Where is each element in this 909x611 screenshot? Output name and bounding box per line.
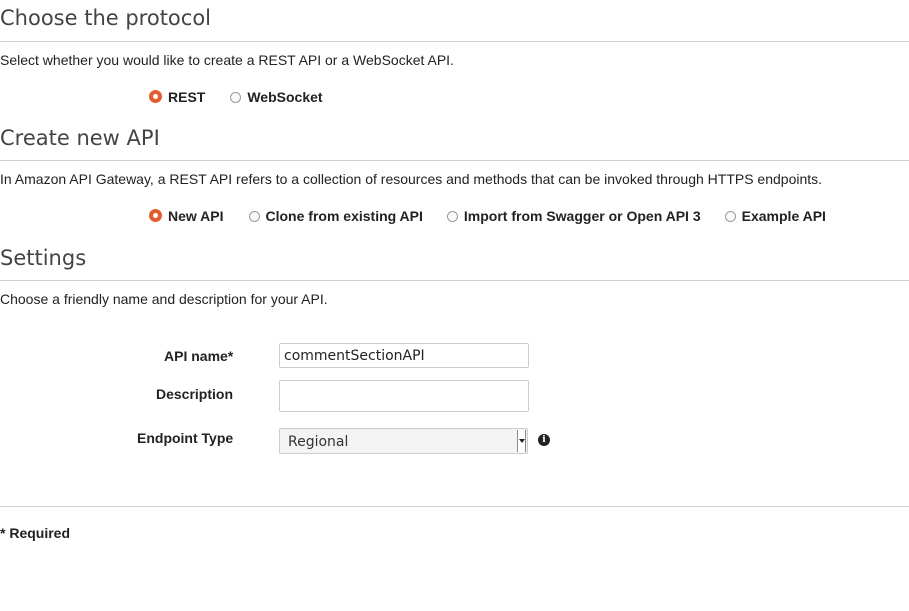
radio-example-api[interactable]: Example API — [724, 208, 826, 224]
settings-divider — [0, 280, 909, 281]
protocol-description: Select whether you would like to create … — [0, 52, 454, 68]
protocol-divider — [0, 41, 909, 42]
radio-unselected-icon[interactable] — [446, 210, 458, 222]
radio-example-api-label: Example API — [741, 208, 826, 224]
create-api-description: In Amazon API Gateway, a REST API refers… — [0, 171, 823, 187]
radio-selected-icon[interactable] — [149, 209, 162, 222]
description-label: Description — [156, 386, 234, 402]
protocol-radio-group: REST WebSocket — [149, 88, 347, 106]
radio-websocket-label: WebSocket — [247, 89, 323, 105]
radio-selected-icon[interactable] — [149, 90, 162, 103]
radio-clone-api[interactable]: Clone from existing API — [248, 208, 423, 224]
description-input[interactable] — [279, 380, 529, 412]
api-name-input[interactable] — [279, 343, 529, 368]
create-api-section-title: Create new API — [0, 126, 160, 150]
endpoint-type-select[interactable]: Regional — [279, 428, 528, 454]
endpoint-type-value: Regional — [288, 434, 349, 450]
radio-unselected-icon[interactable] — [230, 91, 242, 103]
radio-import-swagger-label: Import from Swagger or Open API 3 — [463, 208, 701, 224]
radio-unselected-icon[interactable] — [248, 210, 260, 222]
settings-section-title: Settings — [0, 246, 87, 270]
radio-rest[interactable]: REST — [149, 89, 205, 105]
chevron-down-icon[interactable] — [517, 430, 526, 452]
create-api-divider — [0, 160, 909, 161]
create-api-radio-group: New API Clone from existing API Import f… — [149, 207, 826, 225]
protocol-section-title: Choose the protocol — [0, 6, 212, 30]
radio-import-swagger[interactable]: Import from Swagger or Open API 3 — [446, 208, 701, 224]
radio-clone-api-label: Clone from existing API — [265, 208, 423, 224]
footer-divider — [0, 506, 909, 507]
create-api-page: Choose the protocol Select whether you w… — [0, 0, 909, 611]
radio-rest-label: REST — [168, 89, 206, 105]
radio-websocket[interactable]: WebSocket — [230, 89, 323, 105]
radio-new-api-label: New API — [168, 208, 224, 224]
api-name-label: API name* — [164, 348, 234, 364]
radio-new-api[interactable]: New API — [149, 208, 224, 224]
endpoint-type-label: Endpoint Type — [137, 430, 234, 446]
required-note: * Required — [0, 525, 71, 541]
info-icon[interactable]: i — [538, 434, 550, 446]
radio-unselected-icon[interactable] — [724, 210, 736, 222]
settings-description: Choose a friendly name and description f… — [0, 291, 328, 307]
